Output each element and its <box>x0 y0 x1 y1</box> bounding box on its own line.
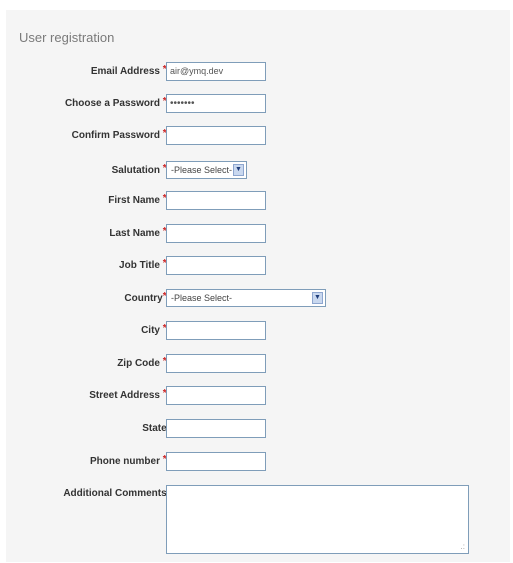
street-address-label: Street Address <box>89 390 160 401</box>
comments-textarea[interactable]: .: <box>166 485 469 554</box>
email-input[interactable]: air@ymq.dev <box>166 62 266 81</box>
last-name-row: Last Name *: <box>6 224 510 246</box>
password-input[interactable]: ••••••• <box>166 94 266 113</box>
country-select[interactable]: -Please Select- ▼ <box>166 289 326 307</box>
country-row: Country*: -Please Select- ▼ <box>6 289 510 311</box>
last-name-input[interactable] <box>166 224 266 243</box>
chevron-down-icon[interactable]: ▼ <box>233 164 244 176</box>
salutation-value: -Please Select- <box>171 165 233 175</box>
city-row: City *: <box>6 321 510 343</box>
last-name-label: Last Name <box>109 228 160 239</box>
comments-row: Additional Comments: .: <box>6 485 510 555</box>
first-name-row: First Name *: <box>6 191 510 213</box>
zip-code-row: Zip Code *: <box>6 354 510 376</box>
job-title-label: Job Title <box>119 260 160 271</box>
salutation-select[interactable]: -Please Select- ▼ <box>166 161 247 179</box>
phone-number-row: Phone number *: <box>6 452 510 474</box>
zip-code-label: Zip Code <box>117 358 160 369</box>
state-row: State: <box>6 419 510 441</box>
phone-number-input[interactable] <box>166 452 266 471</box>
job-title-input[interactable] <box>166 256 266 275</box>
registration-panel: User registration Email Address *: air@y… <box>6 10 510 562</box>
street-address-row: Street Address *: <box>6 386 510 408</box>
country-label: Country <box>124 293 163 304</box>
state-label: State <box>142 423 167 434</box>
street-address-input[interactable] <box>166 386 266 405</box>
salutation-row: Salutation *: -Please Select- ▼ <box>6 161 510 183</box>
resize-grip-icon[interactable]: .: <box>461 542 465 551</box>
country-value: -Please Select- <box>171 293 233 303</box>
confirm-password-label: Confirm Password <box>71 130 160 141</box>
password-label: Choose a Password <box>64 98 160 109</box>
confirm-password-input[interactable] <box>166 126 266 145</box>
password-row: Choose a Password *: ••••••• <box>6 94 510 116</box>
city-input[interactable] <box>166 321 266 340</box>
comments-label: Additional Comments <box>63 488 167 499</box>
salutation-label: Salutation <box>111 165 160 176</box>
phone-number-label: Phone number <box>89 456 160 467</box>
email-label: Email Address <box>90 66 160 77</box>
city-label: City <box>141 325 160 336</box>
job-title-row: Job Title *: <box>6 256 510 278</box>
first-name-input[interactable] <box>166 191 266 210</box>
first-name-label: First Name <box>108 195 160 206</box>
state-input[interactable] <box>166 419 266 438</box>
confirm-password-row: Confirm Password *: <box>6 126 510 148</box>
email-row: Email Address *: air@ymq.dev <box>6 62 510 84</box>
zip-code-input[interactable] <box>166 354 266 373</box>
chevron-down-icon[interactable]: ▼ <box>312 292 323 304</box>
form-title: User registration <box>19 30 115 45</box>
